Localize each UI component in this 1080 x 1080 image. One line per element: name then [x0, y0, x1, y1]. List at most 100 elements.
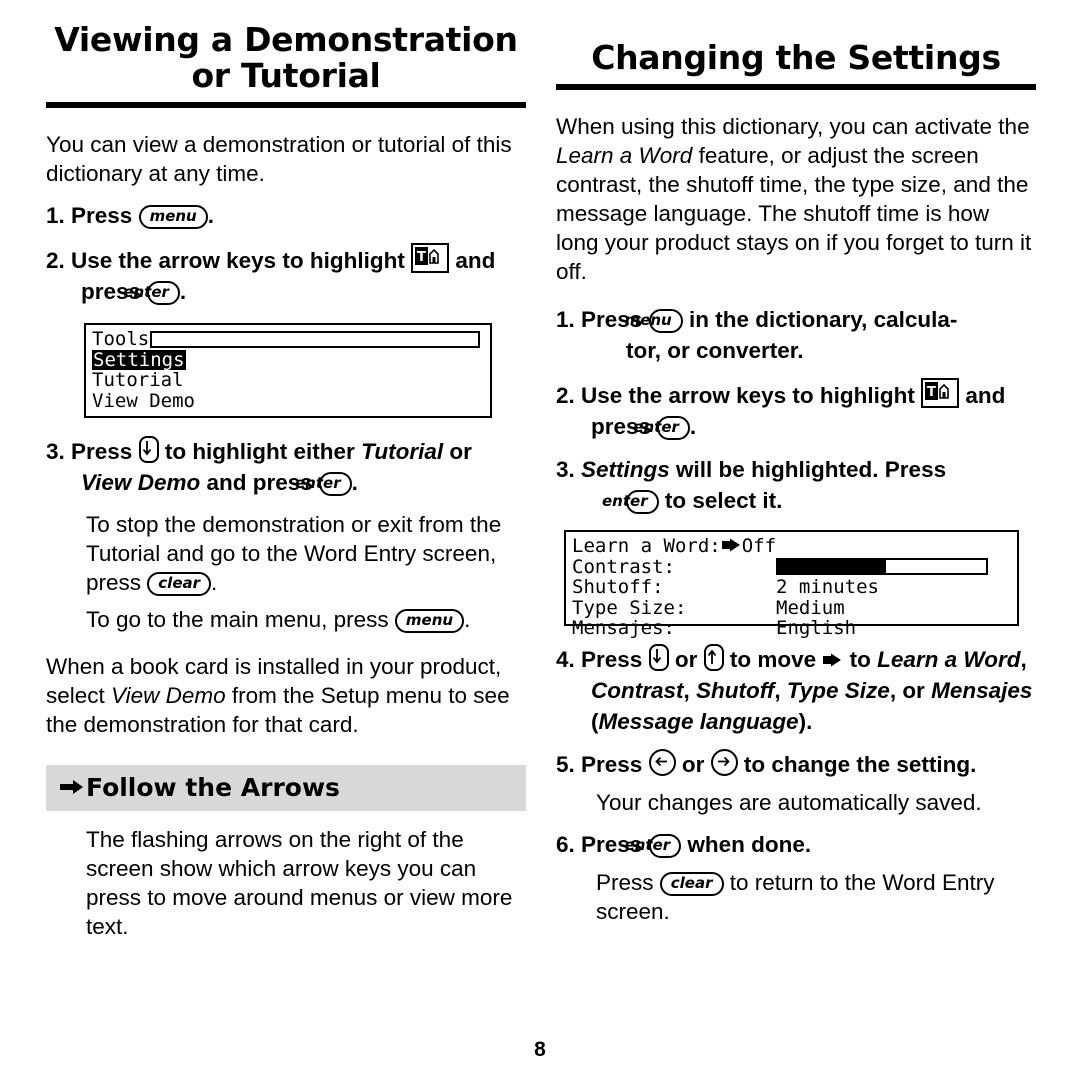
right-column: Changing the Settings When using this di…	[556, 22, 1036, 926]
lcd-pointer-icon	[721, 538, 742, 552]
right-step-4-b: or	[668, 647, 704, 672]
right-arrow-key-icon	[710, 749, 738, 776]
right-step-4-ital3: Shutoff	[696, 678, 775, 703]
lcd-settings-item: Settings	[92, 348, 186, 371]
lcd-row-learn-a-word: Learn a Word: Off	[572, 536, 1011, 557]
menu-key-2: menu	[394, 609, 465, 633]
lcd-tools-label: Tools	[92, 328, 150, 350]
lcd-view-demo-item: View Demo	[92, 389, 195, 412]
left-para-2-ital: View Demo	[111, 683, 226, 708]
left-step-3-view-demo: View Demo	[81, 470, 201, 495]
lcd-row-mensajes: Mensajes: English	[572, 618, 1011, 639]
manual-page: Viewing a Demonstration or Tutorial You …	[0, 0, 1080, 1080]
page-number: 8	[534, 1038, 546, 1061]
left-step-3-a: 3. Press	[46, 439, 139, 464]
lcd-shutoff-label: Shutoff:	[572, 576, 664, 598]
right-step-4-g: ,	[774, 678, 787, 703]
lcd-learn-value: Off	[741, 535, 777, 557]
lcd-tutorial-item: Tutorial	[92, 369, 184, 391]
right-step-4: 4. Press or to move to Learn a Word, Con…	[556, 644, 1036, 737]
left-arrow-key-icon	[648, 749, 676, 776]
banner-label: Follow the Arrows	[86, 773, 340, 802]
right-step-4-f: ,	[683, 678, 697, 703]
right-step-4-c: to move	[723, 647, 823, 672]
lcd-contrast-bar	[776, 557, 988, 575]
enter-key-2: enter	[295, 472, 352, 496]
down-arrow-key-icon-2	[648, 644, 669, 671]
right-step-4-d: to	[843, 647, 878, 672]
left-banner-text: The flashing arrows on the right of the …	[86, 827, 513, 939]
right-step-5-b: or	[675, 752, 711, 777]
right-intro-a: When using this dictionary, you can acti…	[556, 114, 1030, 139]
menu-picture-icon: T	[411, 243, 450, 273]
right-step-5: 5. Press or to change the setting.	[556, 749, 1036, 780]
lcd-row-shutoff: Shutoff: 2 minutes	[572, 577, 1011, 598]
right-page-title: Changing the Settings	[591, 38, 1001, 77]
right-step-6-b: when done.	[681, 832, 812, 857]
left-step-2-post: .	[179, 279, 187, 304]
left-sub-2: To go to the main menu, press menu.	[86, 605, 526, 634]
right-step-4-ital6: Message language	[598, 709, 799, 734]
lcd-learn-label: Learn a Word:	[572, 535, 721, 557]
left-sub-1-b: .	[211, 570, 218, 595]
left-sub-2-a: To go to the main menu, press	[86, 607, 395, 632]
right-step-4-e: ,	[1020, 647, 1027, 672]
left-paragraph-2: When a book card is installed in your pr…	[46, 652, 526, 739]
enter-key-5: enter	[625, 834, 682, 858]
left-step-1-pre: 1. Press	[46, 203, 139, 228]
right-step-4-a: 4. Press	[556, 647, 649, 672]
right-step-2-c: .	[689, 414, 697, 439]
banner-arrow-icon	[60, 772, 86, 802]
right-step-3-ital: Settings	[581, 457, 670, 482]
left-title-rule	[46, 102, 526, 108]
lcd-mensajes-label: Mensajes:	[572, 617, 675, 639]
enter-key-4: enter	[602, 490, 659, 514]
menu-picture-icon-2: T	[921, 378, 960, 408]
right-step-4-j: ).	[798, 709, 813, 734]
lcd-title-bar	[150, 331, 480, 348]
right-sub-6: Press clear to return to the Word Entry …	[596, 868, 1036, 926]
lcd-typesize-value: Medium	[776, 596, 845, 619]
enter-key-3: enter	[633, 416, 690, 440]
lcd-screen-settings: Learn a Word: Off Contrast: Shutoff: 2 min…	[564, 530, 1019, 638]
left-step-1: 1. Press menu.	[46, 200, 526, 231]
right-step-1: 1. Press menu in the dictionary, calcula…	[556, 304, 1036, 366]
lcd-contrast-label: Contrast:	[572, 555, 675, 578]
right-sub-5: Your changes are automatically saved.	[596, 790, 982, 815]
follow-the-arrows-banner: Follow the Arrows	[46, 765, 526, 811]
lcd-typesize-label: Type Size:	[572, 596, 687, 619]
svg-text:T: T	[417, 250, 426, 265]
right-step-1-c: tor, or converter.	[626, 338, 804, 363]
left-step-3-d: or	[443, 439, 472, 464]
menu-key: menu	[138, 205, 208, 229]
lcd-contrast-bar-fill	[778, 559, 886, 573]
left-step-3-g: .	[351, 470, 358, 495]
right-step-5-a: 5. Press	[556, 752, 649, 777]
left-step-2: 2. Use the arrow keys to highlight T and…	[46, 243, 526, 307]
lcd-row-view-demo: View Demo	[92, 389, 484, 412]
lcd-mensajes-value: English	[776, 617, 857, 639]
left-step-3-b: to highlight either	[158, 439, 362, 464]
right-step-6: 6. Press enter when done.	[556, 829, 1036, 860]
svg-text:T: T	[927, 385, 936, 400]
right-intro-paragraph: When using this dictionary, you can acti…	[556, 112, 1036, 286]
right-step-4-ital4: Type Size	[786, 678, 890, 703]
clear-key: clear	[147, 572, 212, 596]
right-sub-6-a: Press	[596, 870, 660, 895]
right-step-4-ital5: Mensajes	[931, 678, 1033, 703]
right-step-4-i: (	[591, 709, 599, 734]
left-intro-paragraph: You can view a demonstration or tutorial…	[46, 132, 512, 186]
clear-key-2: clear	[659, 872, 724, 896]
left-step-3-tutorial: Tutorial	[361, 439, 444, 464]
right-title-rule	[556, 84, 1036, 90]
right-step-3-a: 3.	[556, 457, 582, 482]
left-step-2-pre: 2. Use the arrow keys to highlight	[46, 248, 412, 273]
left-step-1-post: .	[207, 203, 215, 228]
up-arrow-key-icon	[703, 644, 724, 671]
lcd-row-type-size: Type Size: Medium	[572, 596, 1011, 619]
lcd-row-tools: Tools	[92, 329, 484, 350]
right-intro-ital: Learn a Word	[556, 143, 693, 168]
right-step-2-a: 2. Use the arrow keys to highlight	[556, 383, 922, 408]
right-step-4-ital2: Contrast	[591, 678, 684, 703]
enter-key: enter	[123, 281, 180, 305]
